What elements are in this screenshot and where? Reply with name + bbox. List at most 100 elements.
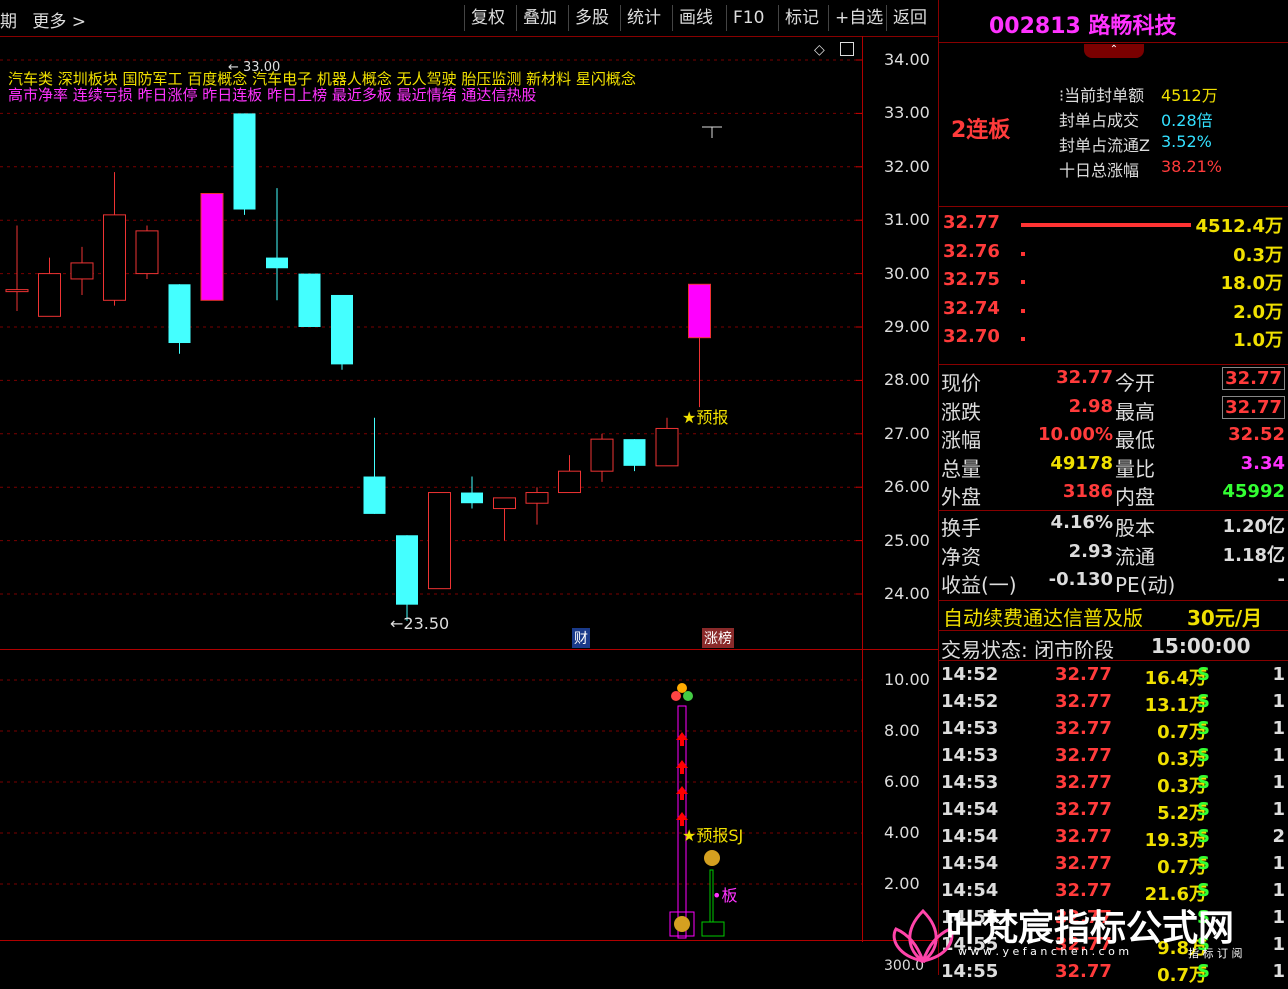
more-menu[interactable]: 更多 >	[32, 12, 86, 32]
candle	[200, 193, 224, 301]
tick-time: 14:53	[941, 718, 999, 739]
stat-cell: 今开	[1115, 371, 1155, 395]
stat-cell: 换手	[941, 516, 981, 540]
stat-row: 收益(一) -0.130 PE(动) -	[939, 569, 1288, 597]
stat-cell: 49178	[1050, 452, 1113, 474]
stat-cell: 内盘	[1115, 485, 1155, 509]
stat-cell: 32.77	[1222, 395, 1285, 419]
candle-body	[590, 438, 614, 472]
collapse-icon[interactable]: ⌃	[1084, 44, 1144, 58]
tick-count: 1	[1272, 718, 1285, 739]
add-watchlist-button[interactable]: +自选	[828, 5, 889, 31]
candle	[623, 439, 646, 472]
candlestick-chart[interactable]	[0, 36, 862, 648]
green-signal-box	[701, 921, 725, 937]
money-bag-icon	[674, 916, 690, 932]
indicator-tick-label: 6.00	[884, 772, 920, 791]
tick-time: 14:54	[941, 799, 999, 820]
tick-count: 1	[1272, 853, 1285, 874]
candle-body	[396, 535, 418, 605]
price-tick-label: 33.00	[884, 103, 930, 123]
period-label[interactable]: 期	[0, 12, 17, 32]
candle-body	[38, 273, 61, 317]
tick-time: 14:53	[941, 745, 999, 766]
stat-cell: 现价	[941, 371, 981, 395]
price-tick-label: 28.00	[884, 370, 930, 390]
ball-icon	[677, 683, 687, 693]
up-arrow-icon	[680, 740, 684, 746]
indicator-tick-label: 10.00	[884, 670, 930, 689]
candle-body	[558, 470, 581, 494]
tick-side: S	[1197, 745, 1210, 766]
order-volume-bar	[1021, 337, 1025, 341]
stat-row: 涨跌 2.98 最高 32.77	[939, 395, 1288, 424]
tick-price: 32.77	[1055, 853, 1112, 874]
tick-price: 32.77	[1055, 691, 1112, 712]
order-book-row[interactable]: 32.77 4512.4万	[939, 212, 1288, 240]
watermark: 叶梵宸指标公式网 w w w . y e f a n c h e n . c o…	[888, 895, 1288, 975]
candle-body	[655, 427, 679, 467]
order-book-row[interactable]: 32.74 2.0万	[939, 298, 1288, 326]
order-volume: 4512.4万	[1195, 216, 1283, 237]
tick-price: 32.77	[1055, 664, 1112, 685]
f10-button[interactable]: F10	[726, 5, 770, 31]
watermark-sub: 指 标 订 阅	[1188, 947, 1243, 960]
tick-side: S	[1197, 799, 1210, 820]
overlay-button[interactable]: 叠加	[516, 5, 563, 31]
stats-button[interactable]: 统计	[620, 5, 667, 31]
up-arrow-icon	[680, 768, 684, 774]
order-volume-bar	[1021, 280, 1025, 284]
order-volume-bar	[1021, 223, 1191, 227]
order-book-row[interactable]: 32.76 0.3万	[939, 241, 1288, 269]
order-volume: 2.0万	[1233, 301, 1283, 323]
promo-price[interactable]: 30元/月	[1187, 602, 1262, 631]
seal-item-value: 4512万	[1161, 86, 1218, 105]
multi-stock-button[interactable]: 多股	[568, 5, 615, 31]
limit-list-badge[interactable]: 涨榜	[702, 628, 734, 648]
price-tick-label: 29.00	[884, 317, 930, 336]
draw-line-button[interactable]: 画线	[672, 5, 719, 31]
min-price-label: ←23.50	[390, 614, 450, 633]
stat-row: 净资 2.93 流通 1.18亿	[939, 541, 1288, 569]
tick-row: 14:53 32.77 0.7万 S 1	[939, 718, 1288, 746]
board-count-label: 2连板	[951, 118, 1011, 143]
stat-cell: 净资	[941, 544, 981, 569]
order-book-row[interactable]: 32.70 1.0万	[939, 326, 1288, 354]
stat-cell: 4.16%	[1050, 512, 1113, 533]
candle	[168, 284, 191, 354]
candle-body	[363, 476, 386, 514]
tick-row: 14:54 32.77 19.3万 S 2	[939, 826, 1288, 854]
candle-body	[266, 257, 288, 269]
stat-cell: 32.77	[1222, 367, 1285, 390]
price-tick-label: 24.00	[884, 584, 930, 603]
mark-button[interactable]: 标记	[778, 5, 825, 31]
tick-count: 2	[1272, 826, 1285, 847]
finance-badge[interactable]: 财	[572, 628, 590, 648]
back-button[interactable]: 返回	[886, 5, 933, 31]
indicator-tick-label: 2.00	[884, 874, 920, 893]
top-toolbar: 期 更多 > 复权 叠加 多股 统计 画线 F10 标记 +自选 返回	[0, 0, 938, 37]
candle	[70, 246, 94, 295]
stock-code: 002813	[989, 14, 1081, 39]
candle-body	[525, 492, 549, 504]
candle-body	[70, 262, 94, 280]
stat-cell: 10.00%	[1038, 424, 1113, 445]
tick-row: 14:53 32.77 0.3万 S 1	[939, 772, 1288, 800]
order-book-row[interactable]: 32.75 18.0万	[939, 269, 1288, 297]
stat-cell: 45992	[1222, 481, 1285, 502]
tick-time: 14:53	[941, 772, 999, 793]
stat-cell: -	[1277, 569, 1285, 590]
tick-side: S	[1197, 853, 1210, 874]
candle-body	[623, 439, 646, 466]
order-price: 32.76	[943, 240, 1000, 262]
price-tick-label: 27.00	[884, 423, 930, 443]
fuquan-button[interactable]: 复权	[464, 5, 511, 31]
stat-cell: -0.130	[1048, 569, 1113, 590]
candle	[233, 113, 256, 215]
promo-text[interactable]: 自动续费通达信普及版	[943, 602, 1143, 631]
stat-cell: 最低	[1115, 428, 1155, 452]
candle-body	[461, 492, 483, 504]
tick-row: 14:53 32.77 0.3万 S 1	[939, 745, 1288, 773]
tick-side: S	[1197, 664, 1210, 685]
tick-count: 1	[1272, 799, 1285, 820]
